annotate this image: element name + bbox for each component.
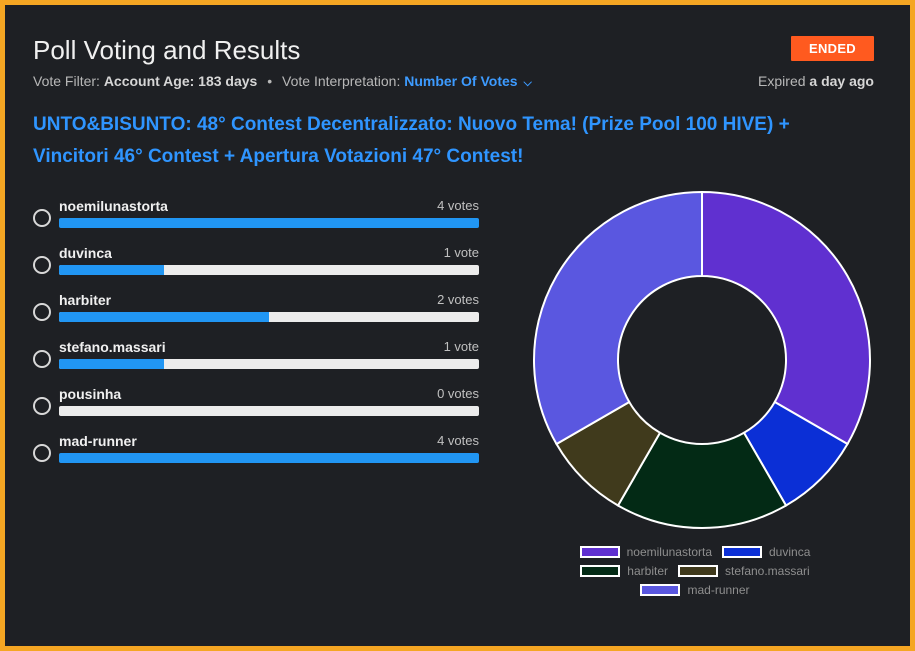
option-votes: 2 votes xyxy=(437,292,479,307)
expired-value: a day ago xyxy=(809,73,874,89)
vote-bar xyxy=(59,218,479,228)
radio-button[interactable] xyxy=(33,256,51,274)
poll-option[interactable]: pousinha 0 votes xyxy=(33,385,479,432)
vote-bar xyxy=(59,265,479,275)
meta-separator: • xyxy=(267,73,273,89)
radio-button[interactable] xyxy=(33,303,51,321)
option-votes: 1 vote xyxy=(443,245,479,260)
radio-button[interactable] xyxy=(33,397,51,415)
option-votes: 1 vote xyxy=(443,339,479,354)
chart-legend: noemilunastorta duvinca harbiter stefano.ma… xyxy=(545,545,845,597)
vote-bar xyxy=(59,406,479,416)
option-votes: 4 votes xyxy=(437,433,479,448)
status-badge: ENDED xyxy=(790,36,874,61)
legend-item[interactable]: harbiter xyxy=(580,564,668,578)
vote-bar xyxy=(59,359,479,369)
poll-options: noemilunastorta 4 votes duvinca 1 vote h… xyxy=(33,197,479,479)
legend-swatch xyxy=(579,546,620,558)
vote-bar-fill xyxy=(59,359,164,369)
interpretation-dropdown[interactable]: Number Of Votes ⌵ xyxy=(404,73,532,89)
legend-item[interactable]: stefano.massari xyxy=(677,564,810,578)
vote-bar-fill xyxy=(59,453,479,463)
legend-item[interactable]: mad-runner xyxy=(640,583,750,597)
donut-chart xyxy=(530,188,874,532)
radio-button[interactable] xyxy=(33,209,51,227)
vote-filter-label: Vote Filter: xyxy=(33,73,100,89)
vote-bar-fill xyxy=(59,218,479,228)
option-name: duvinca xyxy=(59,245,112,261)
legend-label: duvinca xyxy=(769,545,811,559)
option-name: mad-runner xyxy=(59,433,137,449)
poll-option[interactable]: noemilunastorta 4 votes xyxy=(33,197,479,244)
option-votes: 0 votes xyxy=(437,386,479,401)
option-name: noemilunastorta xyxy=(59,198,168,214)
legend-swatch xyxy=(677,565,718,577)
option-votes: 4 votes xyxy=(437,198,479,213)
legend-label: harbiter xyxy=(627,564,668,578)
expiry-info: Expired a day ago xyxy=(758,73,874,89)
donut-slice-noemilunastorta[interactable] xyxy=(701,190,871,446)
legend-item[interactable]: noemilunastorta xyxy=(579,545,712,559)
interpretation-value: Number Of Votes xyxy=(404,73,518,89)
expired-prefix: Expired xyxy=(758,73,806,89)
legend-swatch xyxy=(580,565,621,577)
poll-option[interactable]: harbiter 2 votes xyxy=(33,291,479,338)
poll-option[interactable]: mad-runner 4 votes xyxy=(33,432,479,479)
option-name: pousinha xyxy=(59,386,122,402)
legend-swatch xyxy=(640,584,681,596)
legend-item[interactable]: duvinca xyxy=(722,545,810,559)
poll-option[interactable]: stefano.massari 1 vote xyxy=(33,338,479,385)
legend-label: noemilunastorta xyxy=(626,545,712,559)
poll-panel: Poll Voting and Results ENDED Vote Filte… xyxy=(5,5,910,646)
chevron-down-icon: ⌵ xyxy=(523,77,532,89)
vote-bar xyxy=(59,453,479,463)
vote-bar-fill xyxy=(59,265,164,275)
vote-meta: Vote Filter: Account Age: 183 days • Vot… xyxy=(33,73,532,90)
vote-filter-value: Account Age: 183 days xyxy=(103,73,258,89)
poll-question-link[interactable]: UNTO&BISUNTO: 48° Contest Decentralizzat… xyxy=(33,109,853,173)
donut-chart-svg xyxy=(533,190,871,529)
option-name: harbiter xyxy=(59,292,112,308)
poll-option[interactable]: duvinca 1 vote xyxy=(33,244,479,291)
donut-slice-mad-runner[interactable] xyxy=(533,190,703,446)
page-title: Poll Voting and Results xyxy=(33,35,301,65)
legend-swatch xyxy=(722,546,762,558)
vote-bar-fill xyxy=(59,312,269,322)
radio-button[interactable] xyxy=(33,350,51,368)
legend-label: stefano.massari xyxy=(724,564,810,578)
vote-bar xyxy=(59,312,479,322)
option-name: stefano.massari xyxy=(59,339,166,355)
interpretation-label: Vote Interpretation: xyxy=(282,73,401,89)
legend-label: mad-runner xyxy=(687,583,750,597)
radio-button[interactable] xyxy=(33,444,51,462)
